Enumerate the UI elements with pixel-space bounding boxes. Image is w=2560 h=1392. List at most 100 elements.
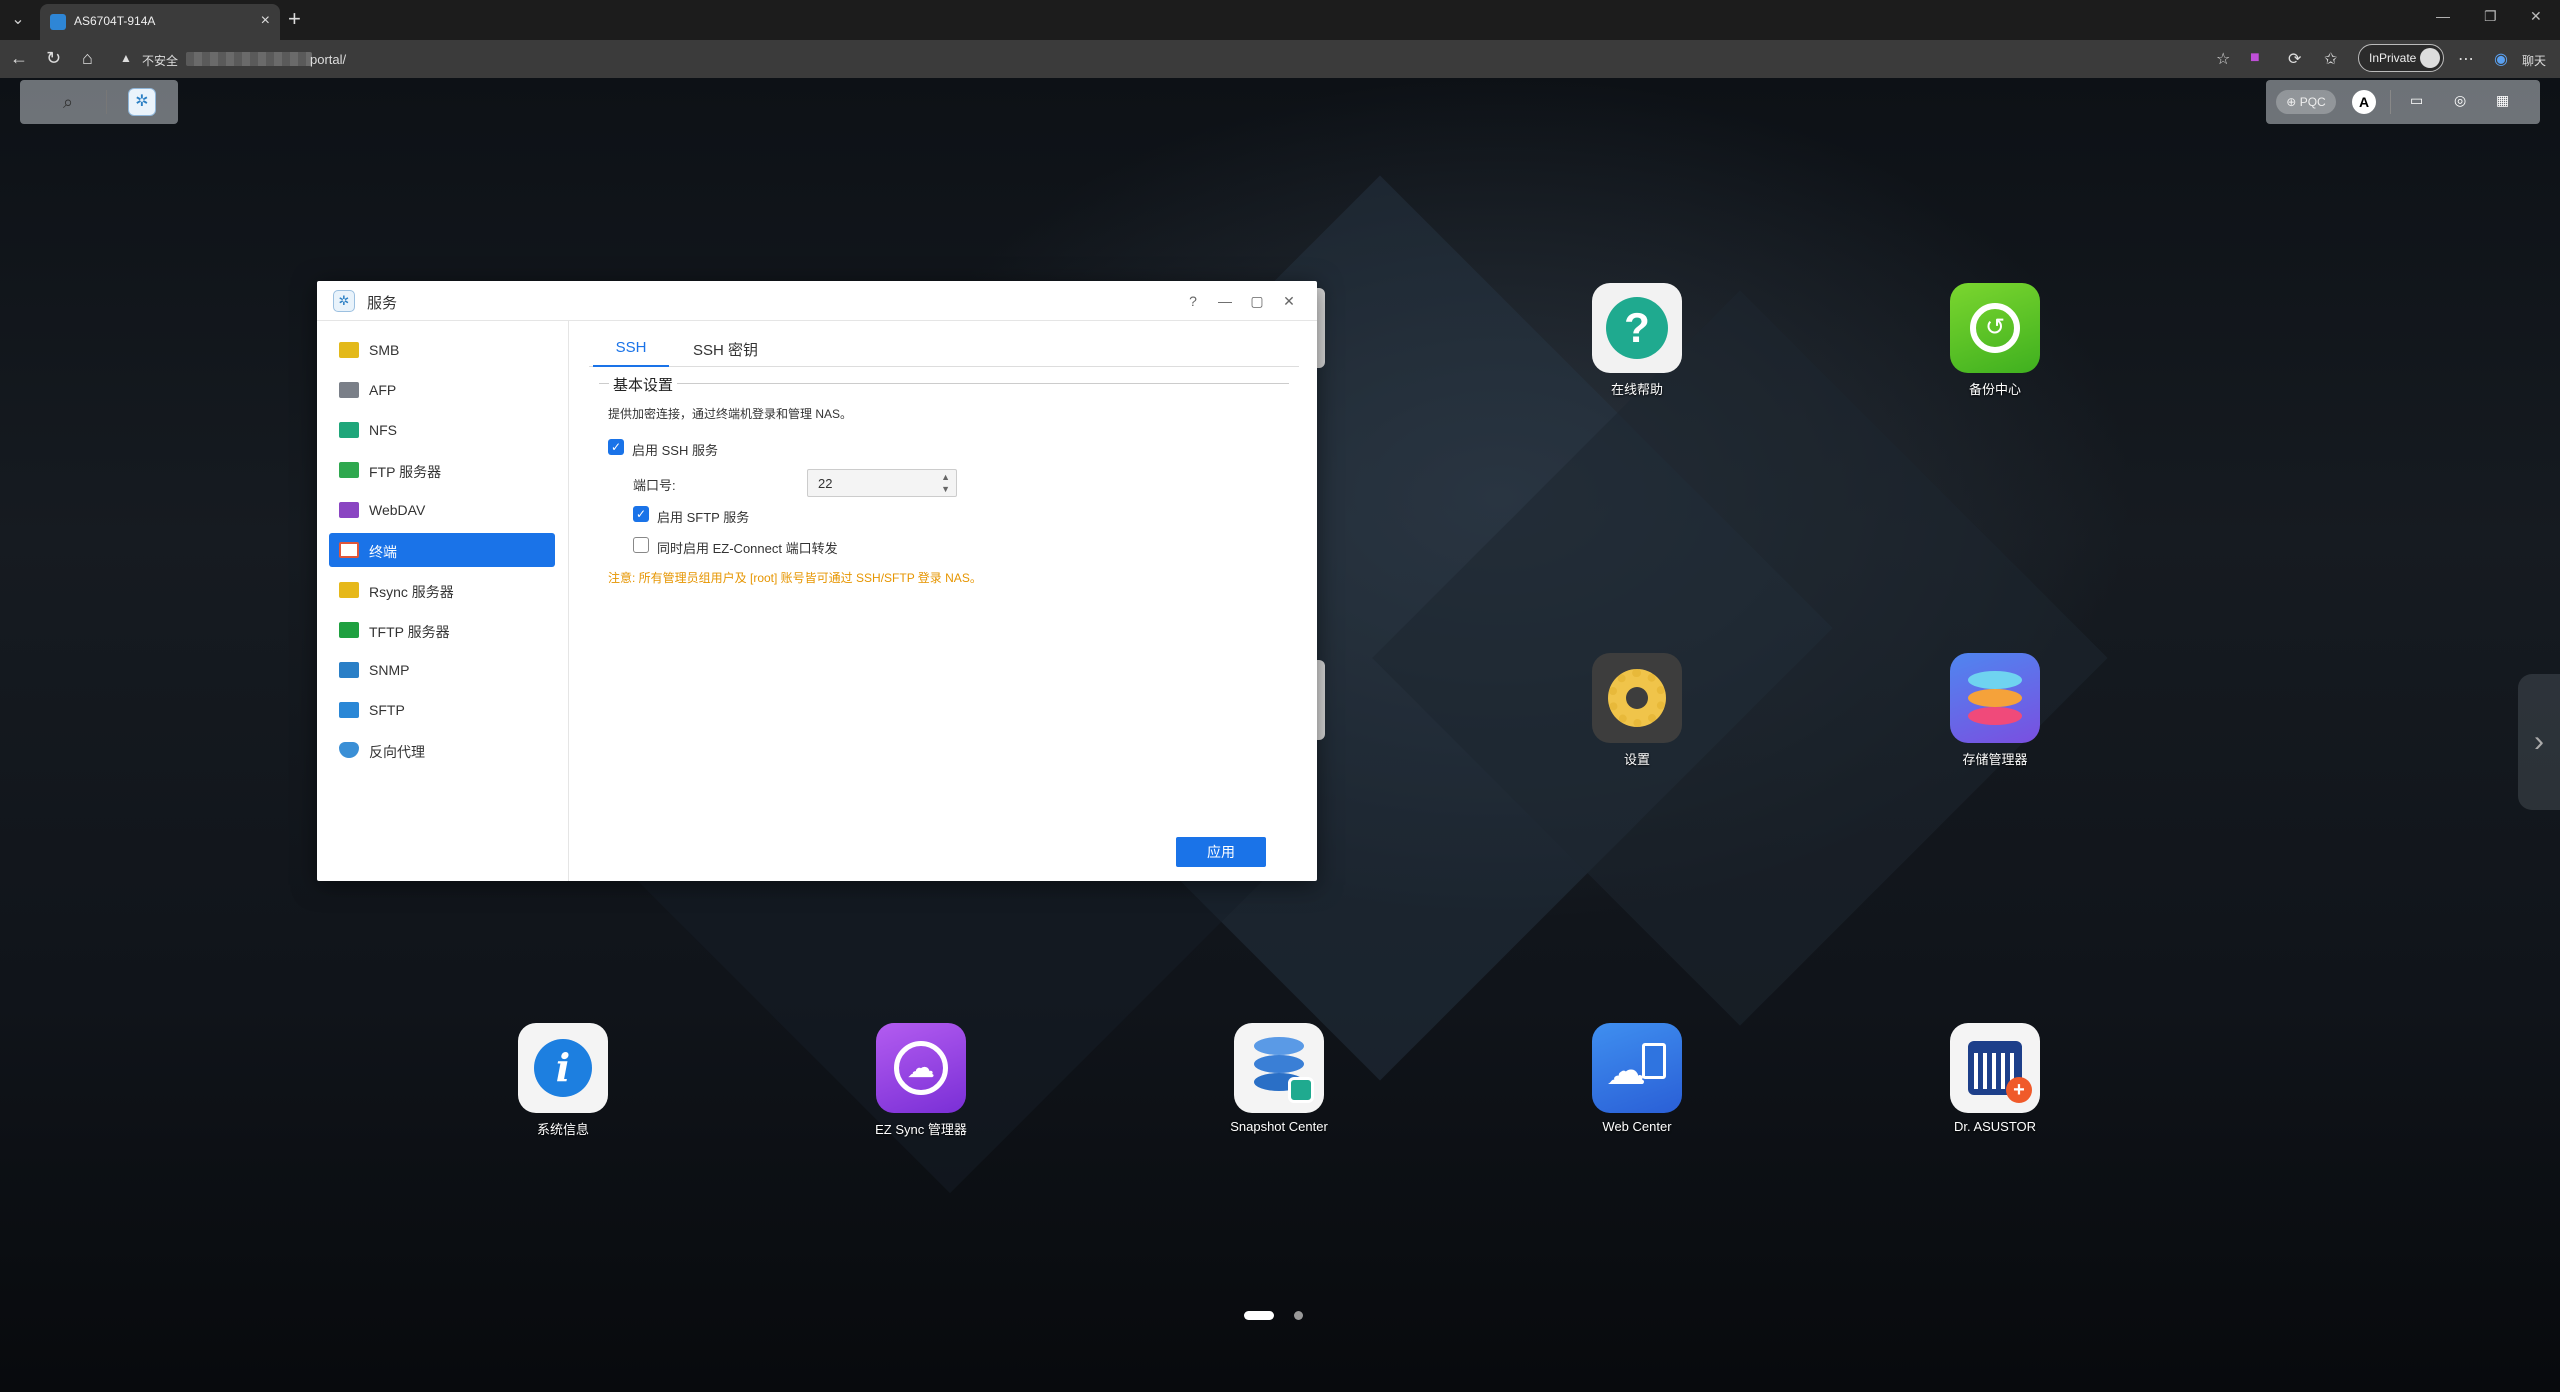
top-right-toolbar: ⊕ PQC A ▭ ◎ ▦ bbox=[2266, 80, 2540, 124]
tab-title: AS6704T-914A bbox=[74, 14, 156, 28]
enable-ssh-checkbox[interactable]: ✓ bbox=[608, 439, 624, 455]
url-text: portal/ bbox=[310, 52, 347, 67]
sidebar-item-sftp[interactable]: SFTP bbox=[329, 693, 555, 727]
app-settings[interactable]: 设置 bbox=[1547, 653, 1727, 768]
app-system-info[interactable]: i 系统信息 bbox=[473, 1023, 653, 1138]
snmp-icon bbox=[339, 662, 359, 678]
services-app-icon[interactable]: ✲ bbox=[128, 88, 156, 116]
app-web-center[interactable]: ☁ Web Center bbox=[1547, 1023, 1727, 1134]
ez-connect-checkbox[interactable] bbox=[633, 537, 649, 553]
more-menu-icon[interactable]: ⋯ bbox=[2458, 49, 2474, 69]
warning-icon: ▲ bbox=[120, 51, 132, 65]
minimize-icon[interactable]: — bbox=[1215, 291, 1235, 311]
tab-ssh-keys[interactable]: SSH 密钥 bbox=[693, 339, 758, 367]
new-tab-icon[interactable]: + bbox=[288, 6, 301, 32]
help-icon[interactable]: ? bbox=[1183, 291, 1203, 311]
page-dot-active[interactable] bbox=[1244, 1311, 1274, 1320]
port-input[interactable]: 22 ▲ ▼ bbox=[807, 469, 957, 497]
help-icon: ? bbox=[1592, 283, 1682, 373]
extension-icon[interactable]: ■ bbox=[2250, 49, 2260, 67]
apply-button[interactable]: 应用 bbox=[1176, 837, 1266, 867]
home-icon[interactable]: ⌂ bbox=[82, 48, 93, 69]
ftp-icon bbox=[339, 462, 359, 478]
app-label: Dr. ASUSTOR bbox=[1953, 1119, 2037, 1134]
close-window-icon[interactable]: ✕ bbox=[2530, 8, 2542, 25]
sidebar-item-snmp[interactable]: SNMP bbox=[329, 653, 555, 687]
refresh-icon[interactable]: ↻ bbox=[46, 48, 61, 69]
sidebar-item-nfs[interactable]: NFS bbox=[329, 413, 555, 447]
app-storage-manager[interactable]: 存储管理器 bbox=[1905, 653, 2085, 768]
back-icon[interactable]: ← bbox=[10, 48, 28, 69]
sidebar-item-label: AFP bbox=[369, 382, 397, 398]
tab-list-chevron-icon[interactable]: ⌄ bbox=[6, 8, 30, 32]
app-label: 备份中心 bbox=[1968, 382, 2021, 397]
shield-icon bbox=[339, 742, 359, 758]
pqc-label: PQC bbox=[2299, 95, 2326, 109]
sidebar-item-reverse-proxy[interactable]: 反向代理 bbox=[329, 733, 555, 767]
background-window-edge bbox=[1317, 660, 1325, 740]
sidebar-item-afp[interactable]: AFP bbox=[329, 373, 555, 407]
inprivate-badge[interactable]: InPrivate bbox=[2358, 44, 2444, 72]
warning-text: 注意: 所有管理员组用户及 [root] 账号皆可通过 SSH/SFTP 登录 … bbox=[608, 571, 982, 585]
tab-ssh[interactable]: SSH bbox=[593, 339, 669, 367]
sidebar-item-ftp[interactable]: FTP 服务器 bbox=[329, 453, 555, 487]
sidebar-item-rsync[interactable]: Rsync 服务器 bbox=[329, 573, 555, 607]
sidebar-item-webdav[interactable]: WebDAV bbox=[329, 493, 555, 527]
app-dr-asustor[interactable]: + Dr. ASUSTOR bbox=[1905, 1023, 2085, 1134]
sidebar-item-label: 终端 bbox=[369, 544, 397, 560]
top-left-toolbar: ⌕ ✲ bbox=[20, 80, 178, 124]
app-backup-center[interactable]: ↺ 备份中心 bbox=[1905, 283, 2085, 398]
minimize-window-icon[interactable]: — bbox=[2436, 8, 2450, 24]
favorites-icon[interactable]: ✩ bbox=[2324, 49, 2337, 69]
sidebar-item-label: 反向代理 bbox=[369, 744, 425, 760]
sync-icon[interactable]: ⟳ bbox=[2288, 49, 2301, 69]
services-window: ✲ 服务 ? — ▢ ✕ SMB AFP NFS FTP 服务器 WebDAV bbox=[317, 281, 1317, 881]
app-label: 设置 bbox=[1623, 752, 1650, 767]
content-tabs: SSH SSH 密钥 bbox=[589, 331, 1299, 367]
afp-icon bbox=[339, 382, 359, 398]
app-snapshot-center[interactable]: Snapshot Center bbox=[1189, 1023, 1369, 1134]
browser-tab-bar: ⌄ AS6704T-914A × + — ❐ ✕ bbox=[0, 0, 2560, 40]
next-page-chevron-icon[interactable]: › bbox=[2518, 674, 2560, 810]
app-online-help[interactable]: ? 在线帮助 bbox=[1547, 283, 1727, 398]
spin-up-icon[interactable]: ▲ bbox=[941, 472, 950, 482]
sidebar-item-label: SNMP bbox=[369, 662, 410, 678]
sidebar-item-tftp[interactable]: TFTP 服务器 bbox=[329, 613, 555, 647]
close-icon[interactable]: ✕ bbox=[1279, 291, 1299, 311]
chat-label[interactable]: 聊天 bbox=[2522, 52, 2546, 69]
activity-icon[interactable]: ◎ bbox=[2454, 92, 2466, 109]
favorite-star-icon[interactable]: ☆ bbox=[2216, 49, 2230, 69]
app-ez-sync[interactable]: ☁ EZ Sync 管理器 bbox=[831, 1023, 1011, 1138]
enable-sftp-checkbox[interactable]: ✓ bbox=[633, 506, 649, 522]
search-icon[interactable]: ⌕ bbox=[56, 90, 80, 114]
sidebar-item-label: NFS bbox=[369, 422, 397, 438]
account-icon[interactable]: A bbox=[2352, 90, 2376, 114]
window-title: 服务 bbox=[367, 295, 398, 312]
restore-window-icon[interactable]: ❐ bbox=[2484, 8, 2497, 25]
widget-icon[interactable]: ▦ bbox=[2496, 92, 2509, 109]
url-field[interactable]: ▲ 不安全 portal/ bbox=[110, 44, 2250, 74]
snapshot-icon bbox=[1234, 1023, 1324, 1113]
sidebar-item-label: WebDAV bbox=[369, 502, 426, 518]
address-bar: ← ↻ ⌂ ▲ 不安全 portal/ ☆ ■ ⟳ ✩ InPrivate ⋯ … bbox=[0, 40, 2560, 78]
spin-down-icon[interactable]: ▼ bbox=[941, 484, 950, 494]
window-title-bar[interactable]: ✲ 服务 ? — ▢ ✕ bbox=[317, 281, 1317, 321]
app-label: 系统信息 bbox=[536, 1122, 589, 1137]
profile-avatar bbox=[2420, 48, 2440, 68]
sidebar-item-smb[interactable]: SMB bbox=[329, 333, 555, 367]
gear-icon bbox=[1592, 653, 1682, 743]
tab-close-icon[interactable]: × bbox=[261, 12, 270, 30]
cloud-sync-icon: ☁ bbox=[876, 1023, 966, 1113]
copilot-icon[interactable]: ◉ bbox=[2494, 49, 2508, 69]
ez-connect-label: 同时启用 EZ-Connect 端口转发 bbox=[657, 541, 838, 556]
page-dot[interactable] bbox=[1294, 1311, 1303, 1320]
pqc-badge[interactable]: ⊕ PQC bbox=[2276, 90, 2336, 114]
section-title: 基本设置 bbox=[609, 374, 678, 395]
message-icon[interactable]: ▭ bbox=[2410, 92, 2423, 109]
maximize-icon[interactable]: ▢ bbox=[1247, 291, 1267, 311]
browser-tab[interactable]: AS6704T-914A × bbox=[40, 4, 280, 40]
backup-icon: ↺ bbox=[1950, 283, 2040, 373]
port-label: 端口号: bbox=[633, 478, 676, 493]
app-label: 在线帮助 bbox=[1610, 382, 1663, 397]
sidebar-item-terminal[interactable]: 终端 bbox=[329, 533, 555, 567]
